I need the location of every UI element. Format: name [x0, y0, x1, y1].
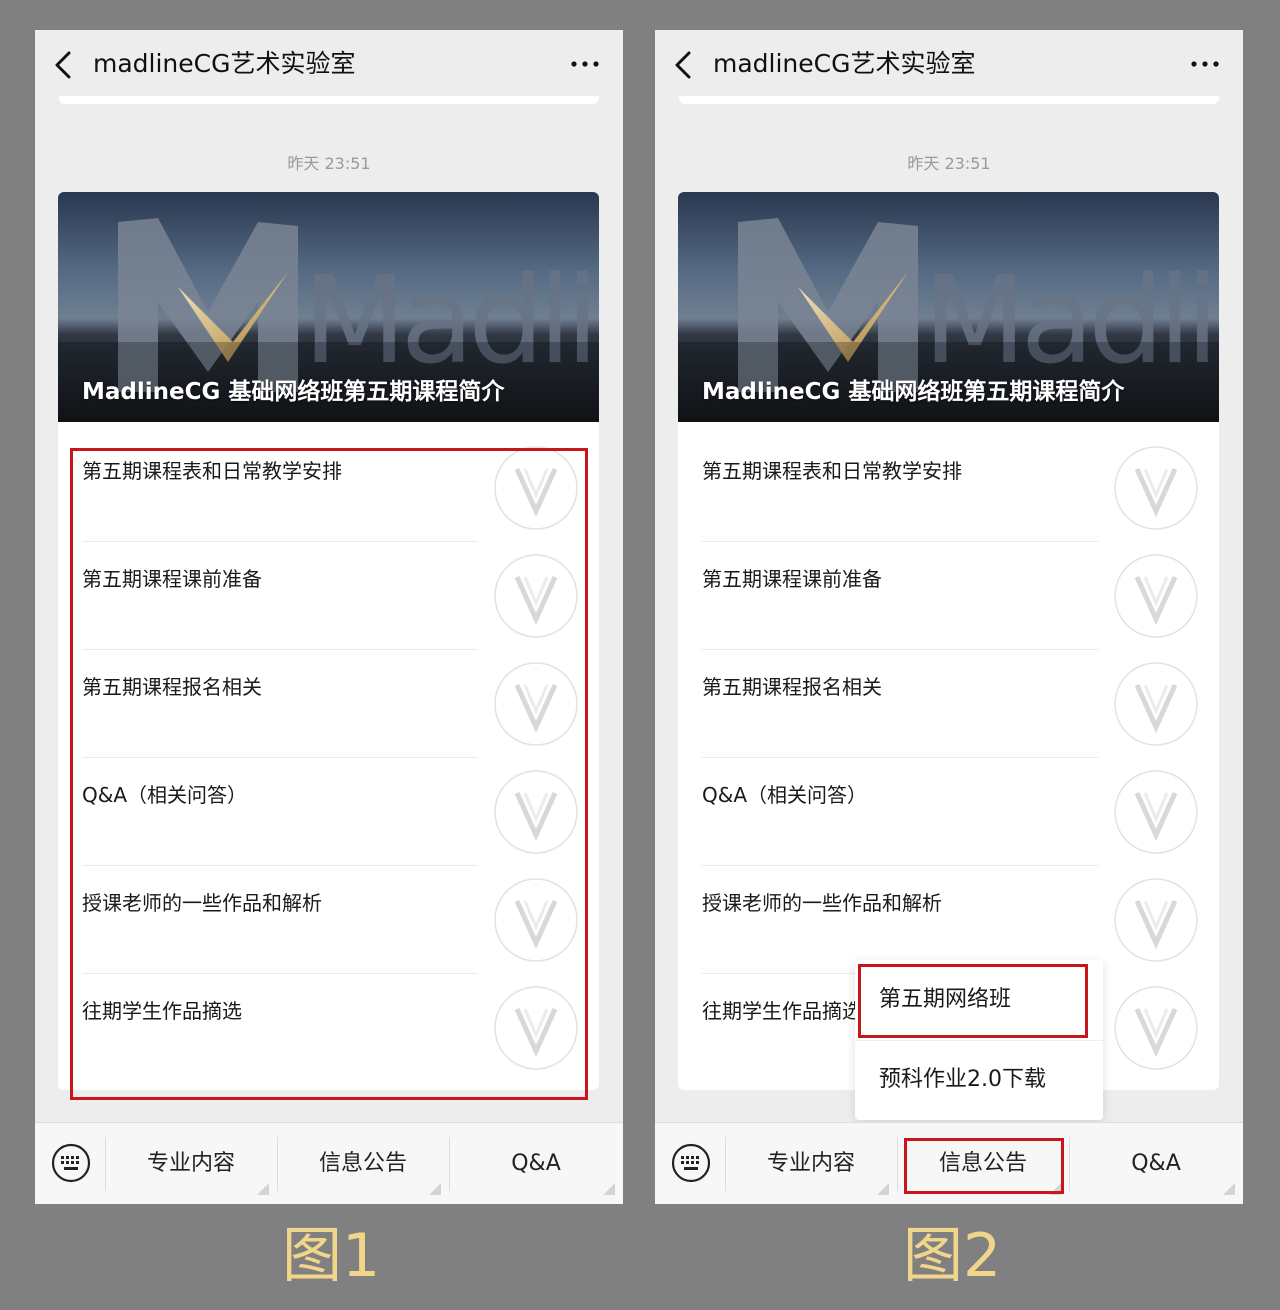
tab-label: Q&A [511, 1151, 561, 1176]
tab-label: 专业内容 [766, 1151, 855, 1176]
item-title: 第五期课程报名相关 [702, 675, 882, 699]
item-title: 第五期课程课前准备 [702, 567, 882, 591]
previous-message-edge [679, 96, 1219, 104]
more-dots-icon[interactable] [1189, 52, 1221, 76]
menu-bar: 专业内容 信息公告 Q&A [35, 1122, 623, 1204]
tab-label: 信息公告 [938, 1151, 1027, 1176]
figure-caption-1: 图1 [282, 1221, 381, 1291]
list-item[interactable]: Q&A（相关问答） [58, 761, 599, 869]
list-item[interactable]: 第五期课程表和日常教学安排 [678, 437, 1219, 545]
submenu-corner-icon [877, 1183, 889, 1195]
list-item[interactable]: 第五期课程报名相关 [58, 653, 599, 761]
divider [82, 649, 478, 650]
message-timestamp: 昨天 23:51 [907, 154, 991, 173]
chevron-left-icon[interactable] [673, 50, 695, 80]
madline-logo-icon [493, 877, 579, 963]
chevron-left-icon[interactable] [53, 50, 75, 80]
madline-logo-icon [493, 985, 579, 1071]
article-banner[interactable]: Madline MadlineCG 基础网络班第五期课程简介 [58, 192, 599, 422]
divider [702, 757, 1098, 758]
list-item[interactable]: 第五期课程表和日常教学安排 [58, 437, 599, 545]
item-title: 授课老师的一些作品和解析 [82, 891, 322, 915]
nav-bar: madlineCG艺术实验室 [35, 30, 623, 102]
article-card: Madline MadlineCG 基础网络班第五期课程简介 第五期课程表和日常… [58, 192, 599, 1090]
madline-logo-icon [1113, 445, 1199, 531]
submenu-corner-icon [1049, 1183, 1061, 1195]
menu-tab-professional-content[interactable]: 专业内容 [725, 1123, 897, 1204]
screenshot-figure-2: madlineCG艺术实验室 昨天 23:51 Madline MadlineC… [655, 30, 1243, 1204]
item-title: 第五期课程课前准备 [82, 567, 262, 591]
menu-tab-announcements[interactable]: 信息公告 [897, 1123, 1069, 1204]
menu-tab-professional-content[interactable]: 专业内容 [105, 1123, 277, 1204]
message-timestamp: 昨天 23:51 [287, 154, 371, 173]
list-item[interactable]: 授课老师的一些作品和解析 [58, 869, 599, 977]
madline-logo-icon [1113, 553, 1199, 639]
submenu-popup: 第五期网络班 预科作业2.0下载 [855, 960, 1103, 1120]
list-item[interactable]: Q&A（相关问答） [678, 761, 1219, 869]
menu-tab-qa[interactable]: Q&A [449, 1123, 623, 1204]
item-title: 第五期课程表和日常教学安排 [82, 459, 342, 483]
article-banner[interactable]: Madline MadlineCG 基础网络班第五期课程简介 [678, 192, 1219, 422]
keyboard-icon[interactable] [51, 1143, 91, 1183]
tab-label: Q&A [1131, 1151, 1181, 1176]
submenu-corner-icon [429, 1183, 441, 1195]
previous-message-edge [59, 96, 599, 104]
menu-tab-qa[interactable]: Q&A [1069, 1123, 1243, 1204]
submenu-item-online-class[interactable]: 第五期网络班 [855, 960, 1103, 1040]
item-title: Q&A（相关问答） [82, 783, 248, 807]
article-list: 第五期课程表和日常教学安排 第五期课程课前准备 第五期课程报名相关 Q&A（相关… [58, 437, 599, 1085]
keyboard-icon[interactable] [671, 1143, 711, 1183]
list-item[interactable]: 往期学生作品摘选 [58, 977, 599, 1085]
screenshot-figure-1: madlineCG艺术实验室 昨天 23:51 Madline MadlineC… [35, 30, 623, 1204]
madline-logo-icon [493, 769, 579, 855]
banner-title: MadlineCG 基础网络班第五期课程简介 [702, 379, 1125, 405]
madline-logo-icon [493, 445, 579, 531]
divider [82, 865, 478, 866]
submenu-corner-icon [257, 1183, 269, 1195]
submenu-item-prep-download[interactable]: 预科作业2.0下载 [855, 1040, 1103, 1120]
divider [82, 973, 478, 974]
tab-label: 专业内容 [146, 1151, 235, 1176]
item-title: 第五期课程表和日常教学安排 [702, 459, 962, 483]
item-title: 往期学生作品摘选 [702, 999, 862, 1023]
submenu-corner-icon [603, 1183, 615, 1195]
list-item[interactable]: 第五期课程课前准备 [678, 545, 1219, 653]
banner-title: MadlineCG 基础网络班第五期课程简介 [82, 379, 505, 405]
page-title: madlineCG艺术实验室 [93, 49, 356, 78]
madline-logo-icon [1113, 877, 1199, 963]
divider [82, 541, 478, 542]
article-card: Madline MadlineCG 基础网络班第五期课程简介 第五期课程表和日常… [678, 192, 1219, 1090]
list-item[interactable]: 第五期课程报名相关 [678, 653, 1219, 761]
item-title: Q&A（相关问答） [702, 783, 868, 807]
more-dots-icon[interactable] [569, 52, 601, 76]
item-title: 往期学生作品摘选 [82, 999, 242, 1023]
item-title: 授课老师的一些作品和解析 [702, 891, 942, 915]
madline-logo-icon [1113, 769, 1199, 855]
divider [702, 541, 1098, 542]
madline-logo-icon [1113, 985, 1199, 1071]
madline-logo-icon [493, 553, 579, 639]
page-title: madlineCG艺术实验室 [713, 49, 976, 78]
figure-caption-2: 图2 [903, 1221, 1002, 1291]
menu-tab-announcements[interactable]: 信息公告 [277, 1123, 449, 1204]
list-item[interactable]: 第五期课程课前准备 [58, 545, 599, 653]
madline-logo-icon [1113, 661, 1199, 747]
menu-bar: 专业内容 信息公告 Q&A [655, 1122, 1243, 1204]
tab-label: 信息公告 [318, 1151, 407, 1176]
submenu-corner-icon [1223, 1183, 1235, 1195]
madline-logo-icon [493, 661, 579, 747]
nav-bar: madlineCG艺术实验室 [655, 30, 1243, 102]
divider [702, 865, 1098, 866]
divider [82, 757, 478, 758]
divider [702, 649, 1098, 650]
item-title: 第五期课程报名相关 [82, 675, 262, 699]
